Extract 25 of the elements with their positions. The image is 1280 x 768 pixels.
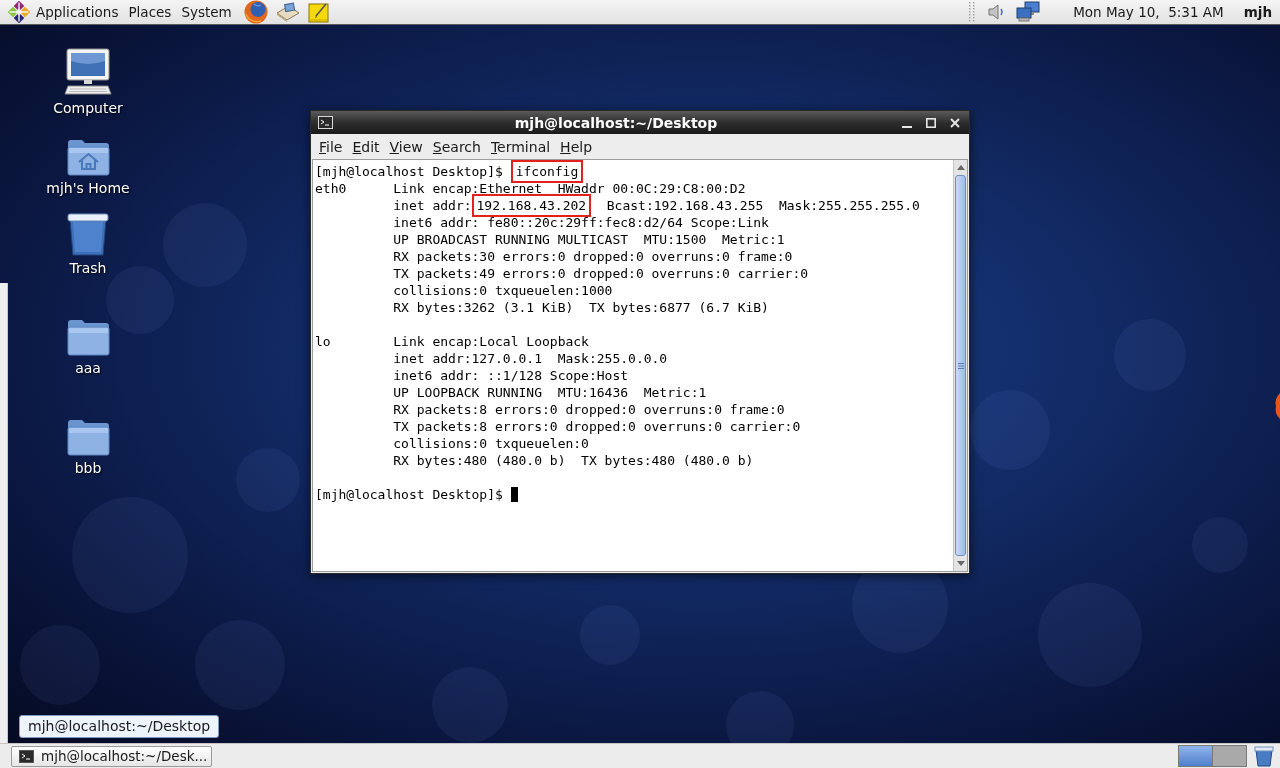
window-title: mjh@localhost:~/Desktop	[514, 113, 718, 132]
interface-name: lo	[315, 334, 331, 349]
terminal-text: inet addr:	[393, 198, 472, 213]
terminal-text: inet6 addr: ::1/128 Scope:Host	[393, 368, 629, 383]
terminal-text: RX packets:30 errors:0 dropped:0 overruns:0 frame:0	[393, 249, 793, 264]
terminal-text: TX packets:8 errors:0 dropped:0 overruns:0 carrier:0	[393, 419, 801, 434]
shell-prompt: [mjh@localhost Desktop]$	[315, 164, 503, 179]
terminal-text: RX bytes:480 (480.0 b) TX bytes:480 (480.0 b)	[393, 453, 754, 468]
terminal-text: TX packets:49 errors:0 dropped:0 overruns:0 carrier:0	[393, 266, 809, 281]
terminal-text: UP LOOPBACK RUNNING MTU:16436 Metric:1	[393, 385, 707, 400]
interface-name: eth0	[315, 181, 347, 196]
terminal-text: UP BROADCAST RUNNING MULTICAST MTU:1500 Metric:1	[393, 232, 785, 247]
shell-prompt: [mjh@localhost Desktop]$	[315, 486, 503, 503]
highlighted-text: ifconfig	[510, 160, 584, 183]
terminal-text: inet6 addr: fe80::20c:29ff:fec8:d2/64 Scope:Link	[393, 215, 769, 230]
terminal-text: inet addr:127.0.0.1 Mask:255.0.0.0	[393, 351, 668, 366]
terminal-text: Link encap:Local Loopback	[393, 334, 589, 349]
terminal-text: Link encap:Ethernet HWaddr 00:0C:29:C8:00:D2	[393, 181, 746, 196]
terminal-text: collisions:0 txqueuelen:1000	[393, 283, 613, 298]
highlighted-text: 192.168.43.202	[471, 194, 592, 217]
terminal-text: Bcast:192.168.43.255 Mask:255.255.255.0	[606, 198, 920, 213]
tooltip: mjh@localhost:~/Desktop	[19, 715, 220, 738]
terminal-text: RX bytes:3262 (3.1 KiB) TX bytes:6877 (6.7 KiB)	[393, 300, 769, 315]
terminal-text: RX packets:8 errors:0 dropped:0 overruns:0 frame:0	[393, 402, 785, 417]
terminal-text: collisions:0 txqueuelen:0	[393, 436, 589, 451]
